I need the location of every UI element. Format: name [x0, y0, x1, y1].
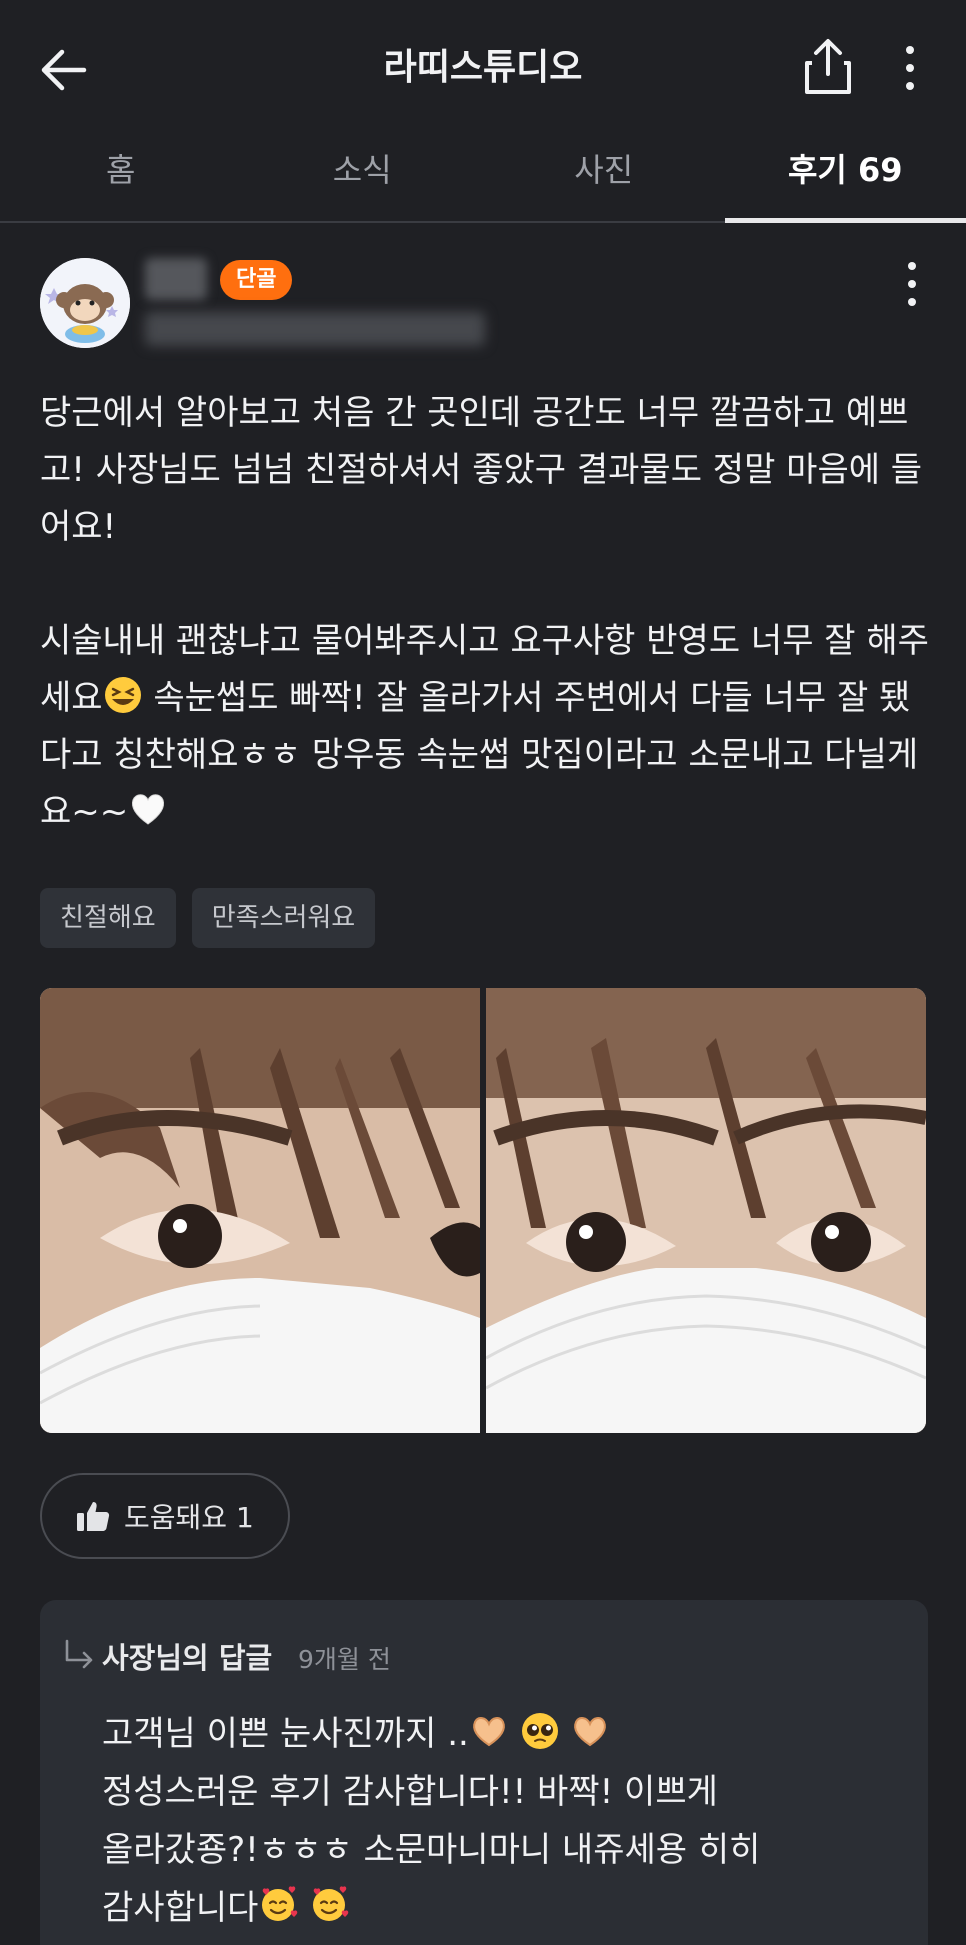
- review-more-icon[interactable]: [892, 258, 932, 310]
- app-header: 라띠스튜디오: [0, 0, 966, 135]
- grinning-squint-emoji-icon: [104, 677, 141, 713]
- reply-owner-label: 사장님의 답글: [102, 1641, 273, 1675]
- owner-reply-card: 사장님의 답글 9개월 전 고객님 이쁜 눈사진까지 .. 정성스러운 후기 감…: [40, 1600, 928, 1945]
- thumbs-up-icon: [77, 1502, 110, 1531]
- review-tags: 친절해요 만족스러워요: [40, 888, 376, 948]
- reply-arrow-icon: [65, 1639, 93, 1669]
- tab-photos[interactable]: 사진: [483, 135, 725, 221]
- share-icon[interactable]: [800, 36, 856, 98]
- avatar[interactable]: [40, 258, 130, 348]
- helpful-label: 도움돼요 1: [124, 1501, 254, 1534]
- white-heart-icon: [132, 794, 165, 825]
- reply-line-4: 감사합니다: [102, 1888, 259, 1928]
- helpful-button[interactable]: 도움돼요 1: [40, 1473, 290, 1559]
- regular-customer-badge: 단골: [220, 260, 293, 300]
- tab-home[interactable]: 홈: [0, 135, 242, 221]
- smiling-face-with-hearts-icon: [313, 1886, 349, 1921]
- reply-line-3: 올라갔죵?!ㅎㅎㅎ 소문마니마니 내쥬세용 히히: [102, 1830, 761, 1870]
- reply-line-1: 고객님 이쁜 눈사진까지 ..: [102, 1714, 469, 1754]
- heart-hands-icon: [473, 1717, 505, 1747]
- monkey-avatar-icon: [40, 258, 130, 348]
- tag-chip: 친절해요: [40, 888, 176, 948]
- pleading-face-icon: [521, 1713, 558, 1749]
- reviewer-meta-blurred: [145, 312, 485, 346]
- review-paragraph-1: 당근에서 알아보고 처음 간 곳인데 공간도 너무 깔끔하고 예쁘고! 사장님도…: [40, 393, 923, 547]
- heart-hands-icon: [574, 1717, 607, 1747]
- reply-text: 고객님 이쁜 눈사진까지 .. 정성스러운 후기 감사합니다!! 바짝! 이쁘게…: [102, 1705, 902, 1937]
- reply-line-2: 정성스러운 후기 감사합니다!! 바짝! 이쁘게: [102, 1772, 718, 1812]
- review-photo[interactable]: [40, 988, 480, 1433]
- tag-chip: 만족스러워요: [191, 888, 376, 948]
- smiling-face-with-hearts-icon: [262, 1886, 298, 1921]
- review-photo[interactable]: [486, 988, 926, 1433]
- review-paragraph-2b: 속눈썹도 빠짝! 잘 올라가서 주변에서 다들 너무 잘 됐다고 칭찬해요ㅎㅎ …: [40, 678, 919, 832]
- review-text: 당근에서 알아보고 처음 간 곳인데 공간도 너무 깔끔하고 예쁘고! 사장님도…: [40, 385, 930, 841]
- tab-reviews[interactable]: 후기 69: [724, 135, 966, 223]
- tab-news[interactable]: 소식: [242, 135, 484, 221]
- reviewer-name-blurred: [145, 258, 207, 300]
- reply-timestamp: 9개월 전: [298, 1645, 391, 1674]
- more-vertical-icon[interactable]: [890, 42, 930, 94]
- tab-bar: 홈 소식 사진 후기 69: [0, 135, 966, 223]
